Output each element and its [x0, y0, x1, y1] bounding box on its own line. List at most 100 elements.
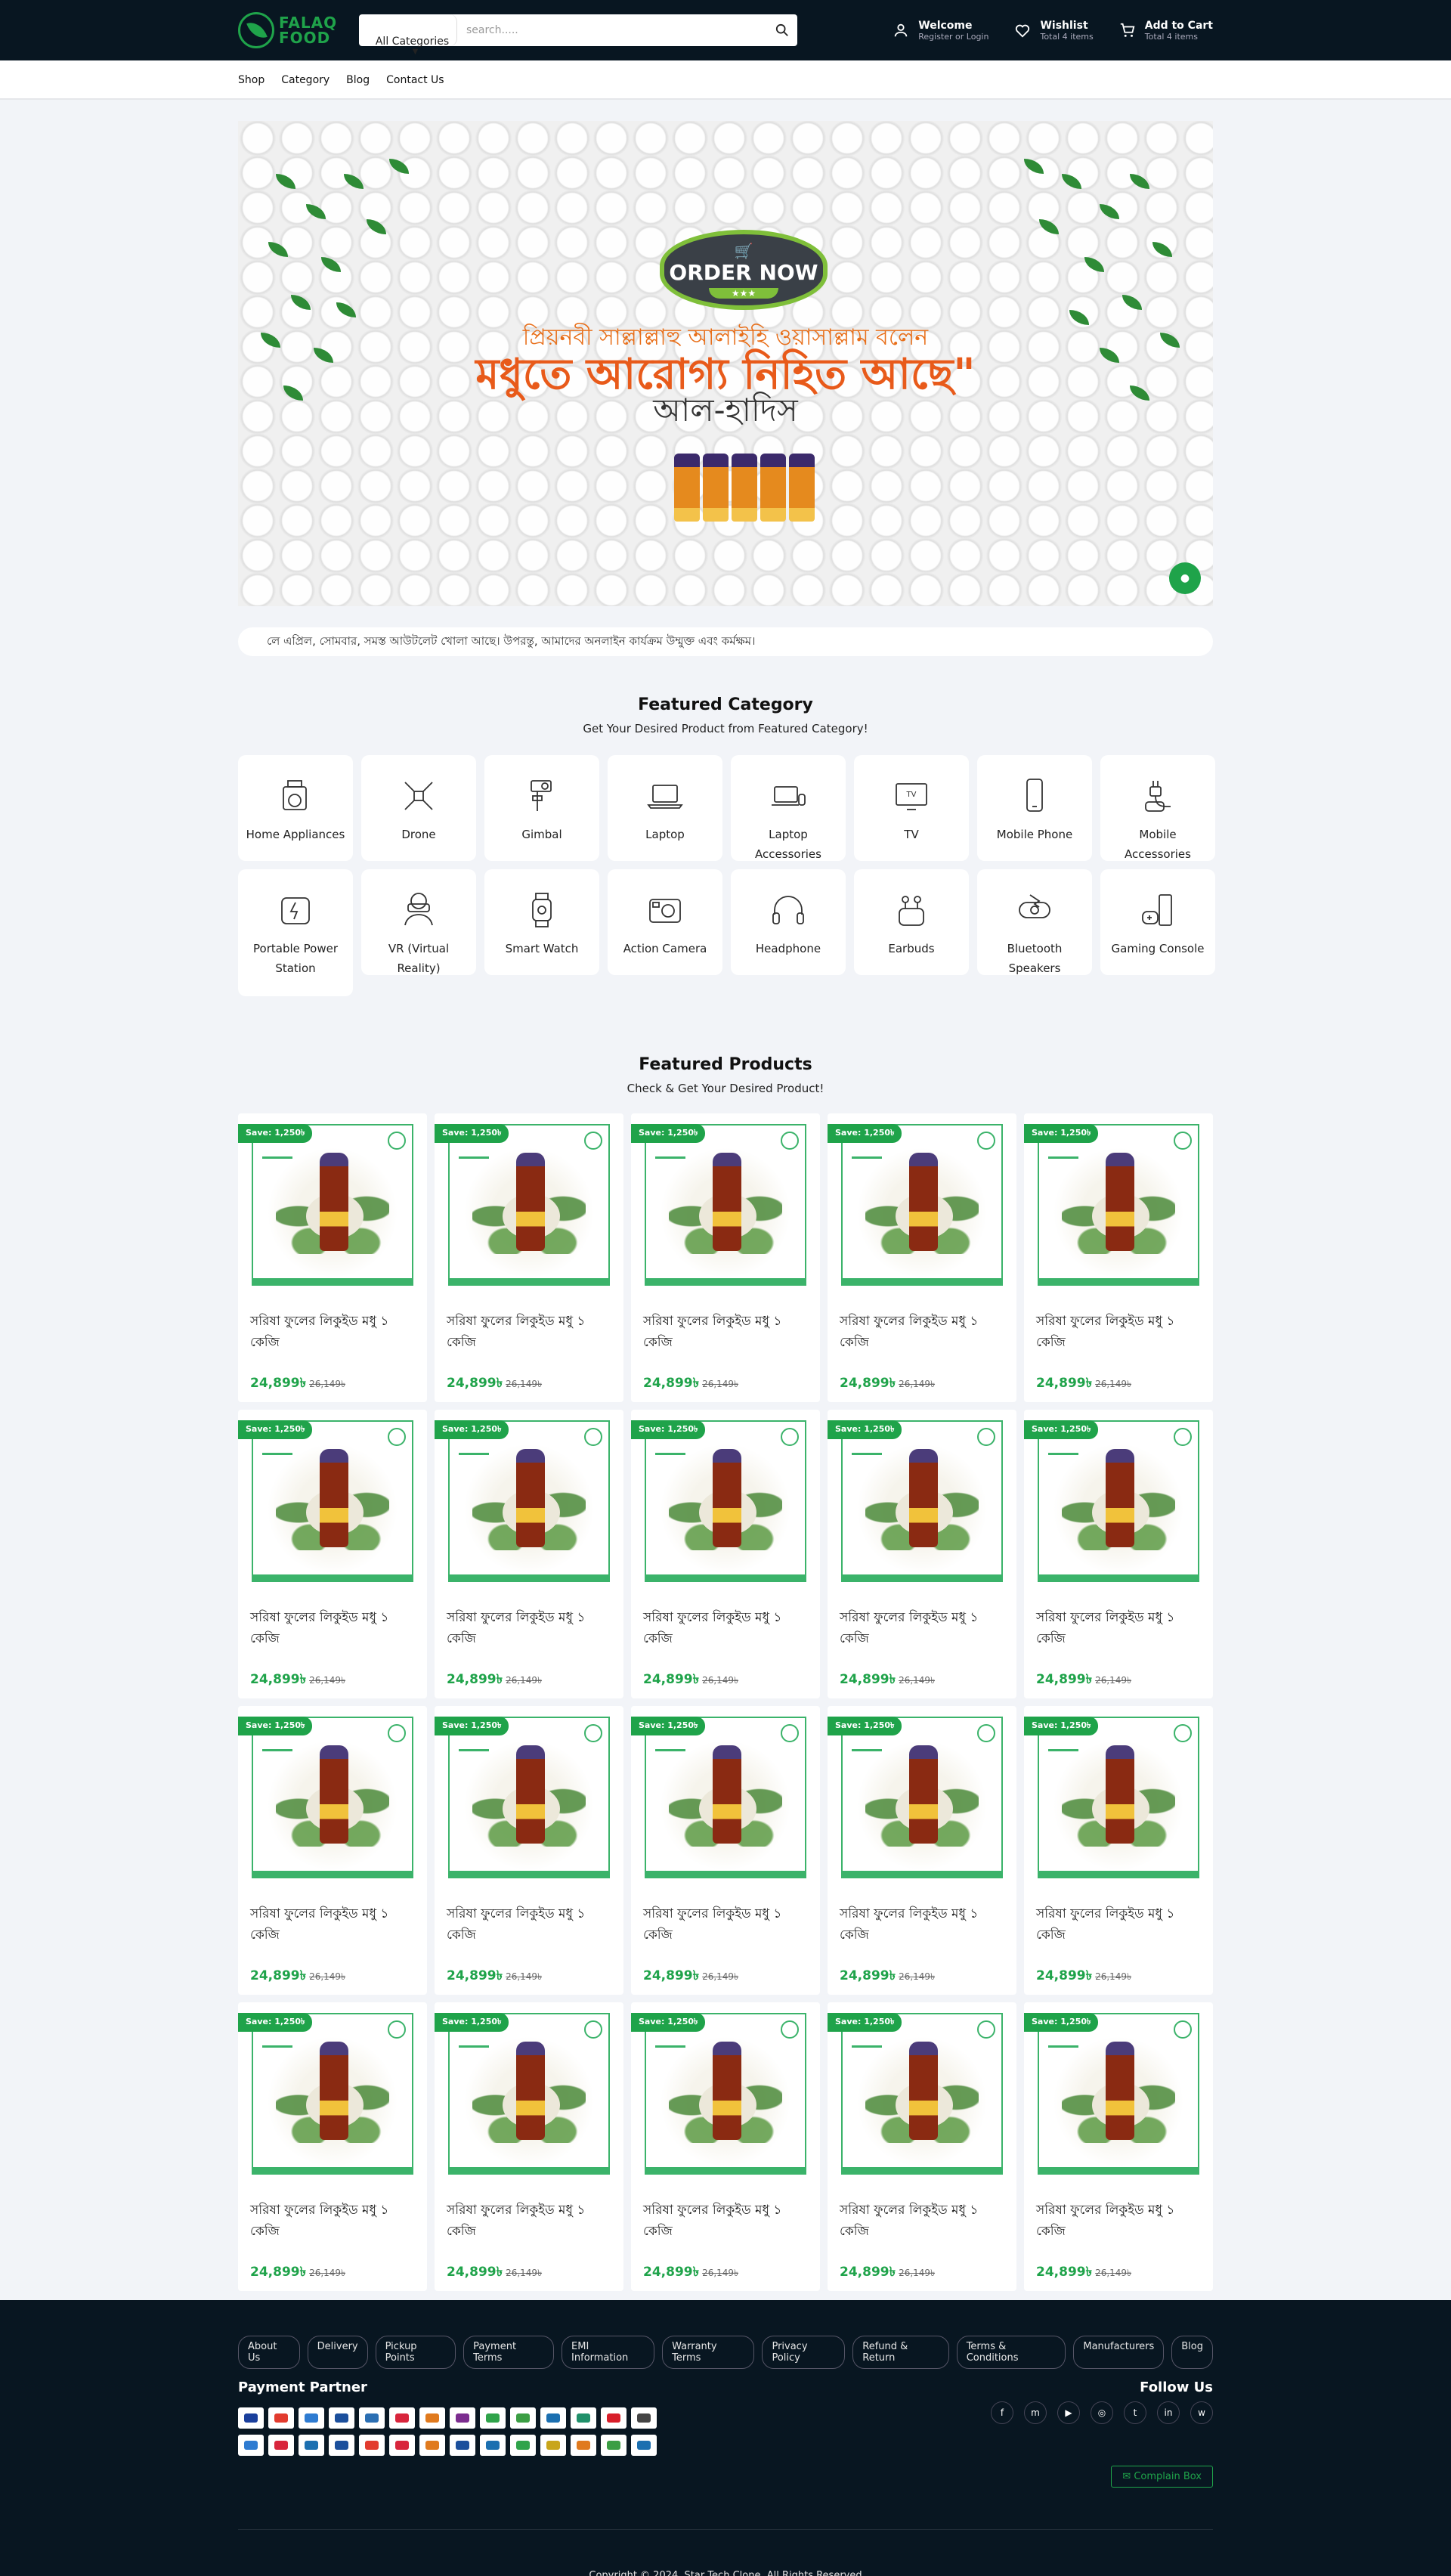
facebook-icon[interactable]: f — [991, 2401, 1013, 2424]
product-card[interactable]: Save: 1,250৳ সরিষা ফুলের লিকুইড মধু ১ কেজ… — [1024, 2002, 1213, 2291]
product-card[interactable]: Save: 1,250৳ সরিষা ফুলের লিকুইড মধু ১ কেজ… — [1024, 1410, 1213, 1698]
footer-link-warranty-terms[interactable]: Warranty Terms — [662, 2336, 755, 2369]
product-card[interactable]: Save: 1,250৳ সরিষা ফুলের লিকুইড মধু ১ কেজ… — [435, 1113, 623, 1402]
product-image[interactable] — [252, 1717, 413, 1878]
footer-link-blog[interactable]: Blog — [1171, 2336, 1213, 2369]
product-image[interactable] — [448, 1124, 610, 1286]
cart-link[interactable]: Add to Cart Total 4 items — [1116, 19, 1213, 42]
hero-banner[interactable]: 🛒 ORDER NOW ★★★ প্রিয়নবী সাল্লাল্লাহু আ… — [238, 121, 1213, 606]
footer-link-about-us[interactable]: About Us — [238, 2336, 300, 2369]
product-image[interactable] — [448, 1717, 610, 1878]
category-item-headphone[interactable]: Headphone — [731, 869, 846, 975]
product-name[interactable]: সরিষা ফুলের লিকুইড মধু ১ কেজি — [840, 1311, 1009, 1354]
product-name[interactable]: সরিষা ফুলের লিকুইড মধু ১ কেজি — [447, 2200, 616, 2243]
youtube-icon[interactable]: ▶ — [1057, 2401, 1080, 2424]
nav-contact-us[interactable]: Contact Us — [386, 74, 444, 86]
whatsapp-icon[interactable]: w — [1190, 2401, 1213, 2424]
product-name[interactable]: সরিষা ফুলের লিকুইড মধু ১ কেজি — [643, 1311, 812, 1354]
category-item-action-camera[interactable]: Action Camera — [608, 869, 722, 975]
product-card[interactable]: Save: 1,250৳ সরিষা ফুলের লিকুইড মধু ১ কেজ… — [828, 1113, 1016, 1402]
footer-link-delivery[interactable]: Delivery — [307, 2336, 368, 2369]
product-card[interactable]: Save: 1,250৳ সরিষা ফুলের লিকুইড মধু ১ কেজ… — [435, 2002, 623, 2291]
product-image[interactable] — [645, 2013, 806, 2175]
product-name[interactable]: সরিষা ফুলের লিকুইড মধু ১ কেজি — [447, 1904, 616, 1946]
product-card[interactable]: Save: 1,250৳ সরিষা ফুলের লিকুইড মধু ১ কেজ… — [238, 1113, 427, 1402]
category-item-mobile-phone[interactable]: Mobile Phone — [977, 755, 1092, 861]
product-card[interactable]: Save: 1,250৳ সরিষা ফুলের লিকুইড মধু ১ কেজ… — [435, 1410, 623, 1698]
site-logo[interactable]: FALAQ FOOD — [238, 12, 359, 48]
product-image[interactable] — [645, 1420, 806, 1582]
nav-category[interactable]: Category — [281, 74, 329, 86]
product-name[interactable]: সরিষা ফুলের লিকুইড মধু ১ কেজি — [643, 1904, 812, 1946]
product-name[interactable]: সরিষা ফুলের লিকুইড মধু ১ কেজি — [1036, 2200, 1205, 2243]
instagram-icon[interactable]: ◎ — [1091, 2401, 1113, 2424]
product-card[interactable]: Save: 1,250৳ সরিষা ফুলের লিকুইড মধু ১ কেজ… — [1024, 1706, 1213, 1995]
product-name[interactable]: সরিষা ফুলের লিকুইড মধু ১ কেজি — [1036, 1608, 1205, 1650]
product-card[interactable]: Save: 1,250৳ সরিষা ফুলের লিকুইড মধু ১ কেজ… — [631, 1113, 820, 1402]
product-image[interactable] — [645, 1124, 806, 1286]
footer-link-privacy-policy[interactable]: Privacy Policy — [762, 2336, 846, 2369]
category-item-power-station[interactable]: Portable Power Station — [238, 869, 353, 996]
product-image[interactable] — [841, 1717, 1003, 1878]
category-item-vr[interactable]: VR (Virtual Reality) — [361, 869, 476, 975]
order-now-badge[interactable]: 🛒 ORDER NOW ★★★ — [660, 230, 828, 310]
search-input[interactable]: search..... — [457, 24, 767, 36]
search-icon[interactable] — [767, 14, 797, 46]
product-name[interactable]: সরিষা ফুলের লিকুইড মধু ১ কেজি — [250, 1608, 419, 1650]
account-link[interactable]: Welcome Register or Login — [889, 19, 988, 42]
category-item-tv[interactable]: TV TV — [854, 755, 969, 861]
product-card[interactable]: Save: 1,250৳ সরিষা ফুলের লিকুইড মধু ১ কেজ… — [238, 1410, 427, 1698]
product-name[interactable]: সরিষা ফুলের লিকুইড মধু ১ কেজি — [447, 1608, 616, 1650]
product-image[interactable] — [448, 2013, 610, 2175]
category-item-gaming-console[interactable]: Gaming Console — [1100, 869, 1215, 975]
complain-box-button[interactable]: ✉ Complain Box — [1111, 2466, 1213, 2488]
product-name[interactable]: সরিষা ফুলের লিকুইড মধু ১ কেজি — [250, 1904, 419, 1946]
category-item-mobile-accessories[interactable]: Mobile Accessories — [1100, 755, 1215, 861]
footer-link-payment-terms[interactable]: Payment Terms — [463, 2336, 555, 2369]
category-item-bluetooth-speaker[interactable]: Bluetooth Speakers — [977, 869, 1092, 975]
category-item-earbuds[interactable]: Earbuds — [854, 869, 969, 975]
product-name[interactable]: সরিষা ফুলের লিকুইড মধু ১ কেজি — [250, 2200, 419, 2243]
footer-link-pickup-points[interactable]: Pickup Points — [375, 2336, 456, 2369]
chat-icon[interactable]: ● — [1169, 562, 1201, 594]
product-image[interactable] — [252, 1420, 413, 1582]
product-card[interactable]: Save: 1,250৳ সরিষা ফুলের লিকুইড মধু ১ কেজ… — [631, 2002, 820, 2291]
product-name[interactable]: সরিষা ফুলের লিকুইড মধু ১ কেজি — [643, 2200, 812, 2243]
product-image[interactable] — [252, 1124, 413, 1286]
category-item-smart-watch[interactable]: Smart Watch — [484, 869, 599, 975]
category-select[interactable]: All Categories ▼ — [359, 14, 457, 56]
product-card[interactable]: Save: 1,250৳ সরিষা ফুলের লিকুইড মধু ১ কেজ… — [238, 1706, 427, 1995]
product-image[interactable] — [841, 1420, 1003, 1582]
footer-link-manufacturers[interactable]: Manufacturers — [1073, 2336, 1165, 2369]
footer-link-refund-return[interactable]: Refund & Return — [852, 2336, 949, 2369]
product-name[interactable]: সরিষা ফুলের লিকুইড মধু ১ কেজি — [643, 1608, 812, 1650]
product-image[interactable] — [1038, 2013, 1199, 2175]
product-image[interactable] — [448, 1420, 610, 1582]
category-item-home-appliances[interactable]: Home Appliances — [238, 755, 353, 861]
messenger-icon[interactable]: m — [1024, 2401, 1047, 2424]
product-card[interactable]: Save: 1,250৳ সরিষা ফুলের লিকুইড মধু ১ কেজ… — [631, 1706, 820, 1995]
linkedin-icon[interactable]: in — [1157, 2401, 1180, 2424]
footer-link-emi-information[interactable]: EMI Information — [562, 2336, 655, 2369]
product-name[interactable]: সরিষা ফুলের লিকুইড মধু ১ কেজি — [1036, 1311, 1205, 1354]
category-item-laptop-accessories[interactable]: Laptop Accessories — [731, 755, 846, 861]
nav-shop[interactable]: Shop — [238, 74, 265, 86]
product-name[interactable]: সরিষা ফুলের লিকুইড মধু ১ কেজি — [1036, 1904, 1205, 1946]
product-card[interactable]: Save: 1,250৳ সরিষা ফুলের লিকুইড মধু ১ কেজ… — [238, 2002, 427, 2291]
product-card[interactable]: Save: 1,250৳ সরিষা ফুলের লিকুইড মধু ১ কেজ… — [435, 1706, 623, 1995]
category-item-drone[interactable]: Drone — [361, 755, 476, 861]
category-item-gimbal[interactable]: Gimbal — [484, 755, 599, 861]
product-name[interactable]: সরিষা ফুলের লিকুইড মধু ১ কেজি — [840, 1904, 1009, 1946]
product-image[interactable] — [1038, 1420, 1199, 1582]
product-name[interactable]: সরিষা ফুলের লিকুইড মধু ১ কেজি — [250, 1311, 419, 1354]
product-card[interactable]: Save: 1,250৳ সরিষা ফুলের লিকুইড মধু ১ কেজ… — [828, 1410, 1016, 1698]
product-name[interactable]: সরিষা ফুলের লিকুইড মধু ১ কেজি — [447, 1311, 616, 1354]
product-image[interactable] — [1038, 1717, 1199, 1878]
product-image[interactable] — [252, 2013, 413, 2175]
product-image[interactable] — [645, 1717, 806, 1878]
product-image[interactable] — [841, 1124, 1003, 1286]
product-name[interactable]: সরিষা ফুলের লিকুইড মধু ১ কেজি — [840, 2200, 1009, 2243]
wishlist-link[interactable]: Wishlist Total 4 items — [1011, 19, 1094, 42]
product-card[interactable]: Save: 1,250৳ সরিষা ফুলের লিকুইড মধু ১ কেজ… — [828, 1706, 1016, 1995]
category-item-laptop[interactable]: Laptop — [608, 755, 722, 861]
